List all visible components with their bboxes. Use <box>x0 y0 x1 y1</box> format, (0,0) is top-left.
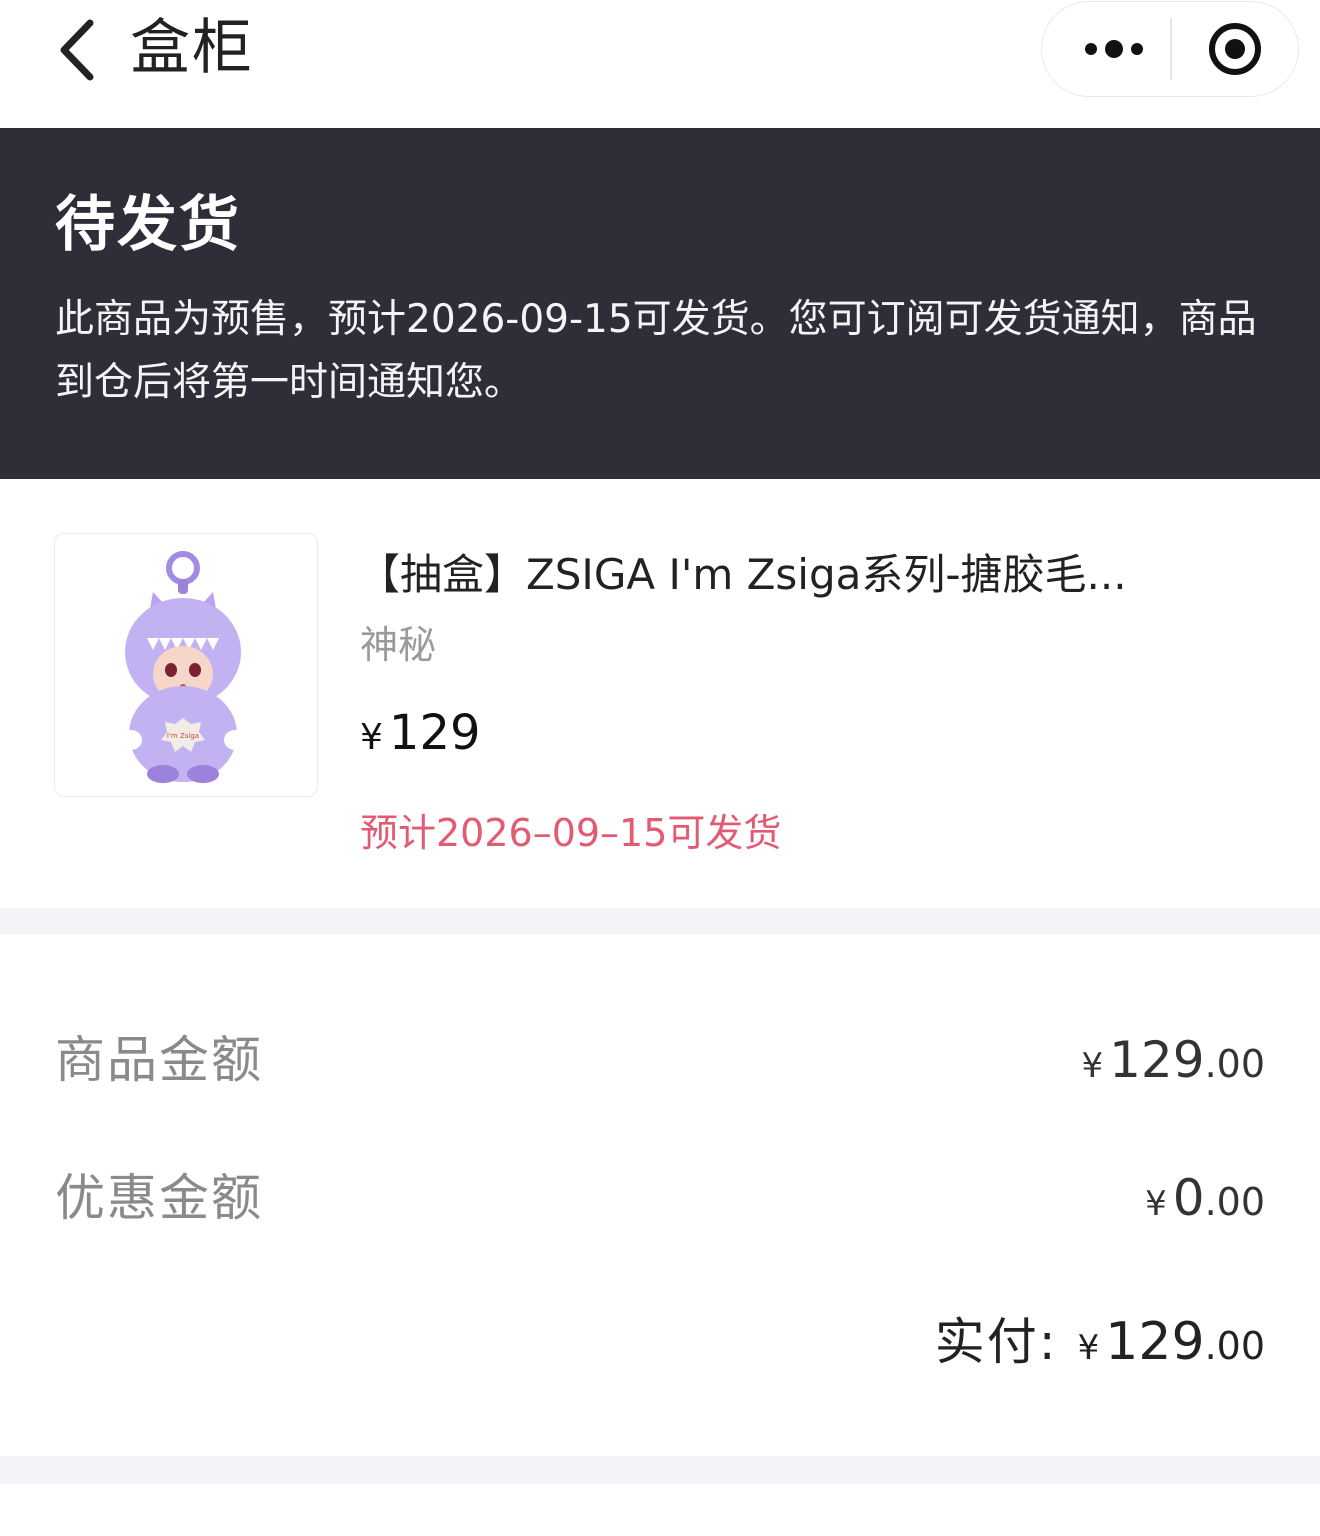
goods-amount-row: 商品金额 ¥ 129 .00 <box>55 1024 1265 1096</box>
currency-symbol: ¥ <box>1077 1328 1100 1368</box>
product-variant: 神秘 <box>360 623 437 667</box>
more-button[interactable] <box>1064 12 1164 86</box>
section-separator <box>0 1456 1320 1484</box>
navbar: 盒柜 <box>0 0 1320 128</box>
status-banner: 待发货 此商品为预售，预计2026-09-15可发货。您可订阅可发货通知，商品到… <box>0 128 1320 479</box>
goods-amount-label: 商品金额 <box>55 1031 263 1089</box>
back-button[interactable] <box>44 14 108 86</box>
product-name[interactable]: 【抽盒】ZSIGA I'm Zsiga系列-搪胶毛... <box>358 547 1198 603</box>
product-image[interactable]: I'm Zsiga <box>54 533 318 797</box>
product-price: ¥ 129 <box>360 703 481 768</box>
page-title: 盒柜 <box>130 13 254 83</box>
amount-decimal: .00 <box>1204 1180 1265 1224</box>
amount-integer: 0 <box>1172 1169 1205 1227</box>
paid-total: 实付: ¥ 129 .00 <box>935 1302 1265 1382</box>
paid-value: ¥ 129 .00 <box>1078 1302 1265 1388</box>
paid-label: 实付: <box>934 1313 1058 1371</box>
capsule-divider <box>1170 18 1172 80</box>
section-separator <box>0 908 1320 934</box>
discount-amount-label: 优惠金额 <box>55 1169 263 1227</box>
amount-decimal: .00 <box>1204 1042 1265 1086</box>
discount-amount-value: ¥ 0 .00 <box>1145 1162 1265 1240</box>
mini-program-capsule <box>1041 1 1299 97</box>
currency-symbol: ¥ <box>1145 1184 1167 1224</box>
close-miniprogram-button[interactable] <box>1190 10 1280 88</box>
shipping-eta: 预计2026–09–15可发货 <box>360 811 782 855</box>
product-card[interactable]: I'm Zsiga 【抽盒】ZSIGA I'm Zsiga系列-搪胶毛... 神… <box>0 479 1320 908</box>
status-description: 此商品为预售，预计2026-09-15可发货。您可订阅可发货通知，商品到仓后将第… <box>55 297 1257 405</box>
discount-amount-row: 优惠金额 ¥ 0 .00 <box>55 1162 1265 1234</box>
amount-integer: 129 <box>1105 1312 1205 1372</box>
currency-symbol: ¥ <box>360 717 383 758</box>
target-circle-icon <box>1209 23 1261 75</box>
chevron-left-icon <box>60 19 94 81</box>
currency-symbol: ¥ <box>1081 1046 1104 1086</box>
plush-toy-image: I'm Zsiga <box>120 551 246 783</box>
amount-integer: 129 <box>1109 1031 1205 1089</box>
badge-text: I'm Zsiga <box>167 732 199 740</box>
order-summary: 商品金额 ¥ 129 .00 优惠金额 ¥ 0 .00 实付: ¥ 129 .0… <box>0 934 1320 1456</box>
price-value: 129 <box>388 705 481 761</box>
more-dots-icon <box>1085 40 1143 58</box>
amount-decimal: .00 <box>1204 1324 1265 1368</box>
status-title: 待发货 <box>55 190 241 260</box>
goods-amount-value: ¥ 129 .00 <box>1081 1024 1265 1102</box>
